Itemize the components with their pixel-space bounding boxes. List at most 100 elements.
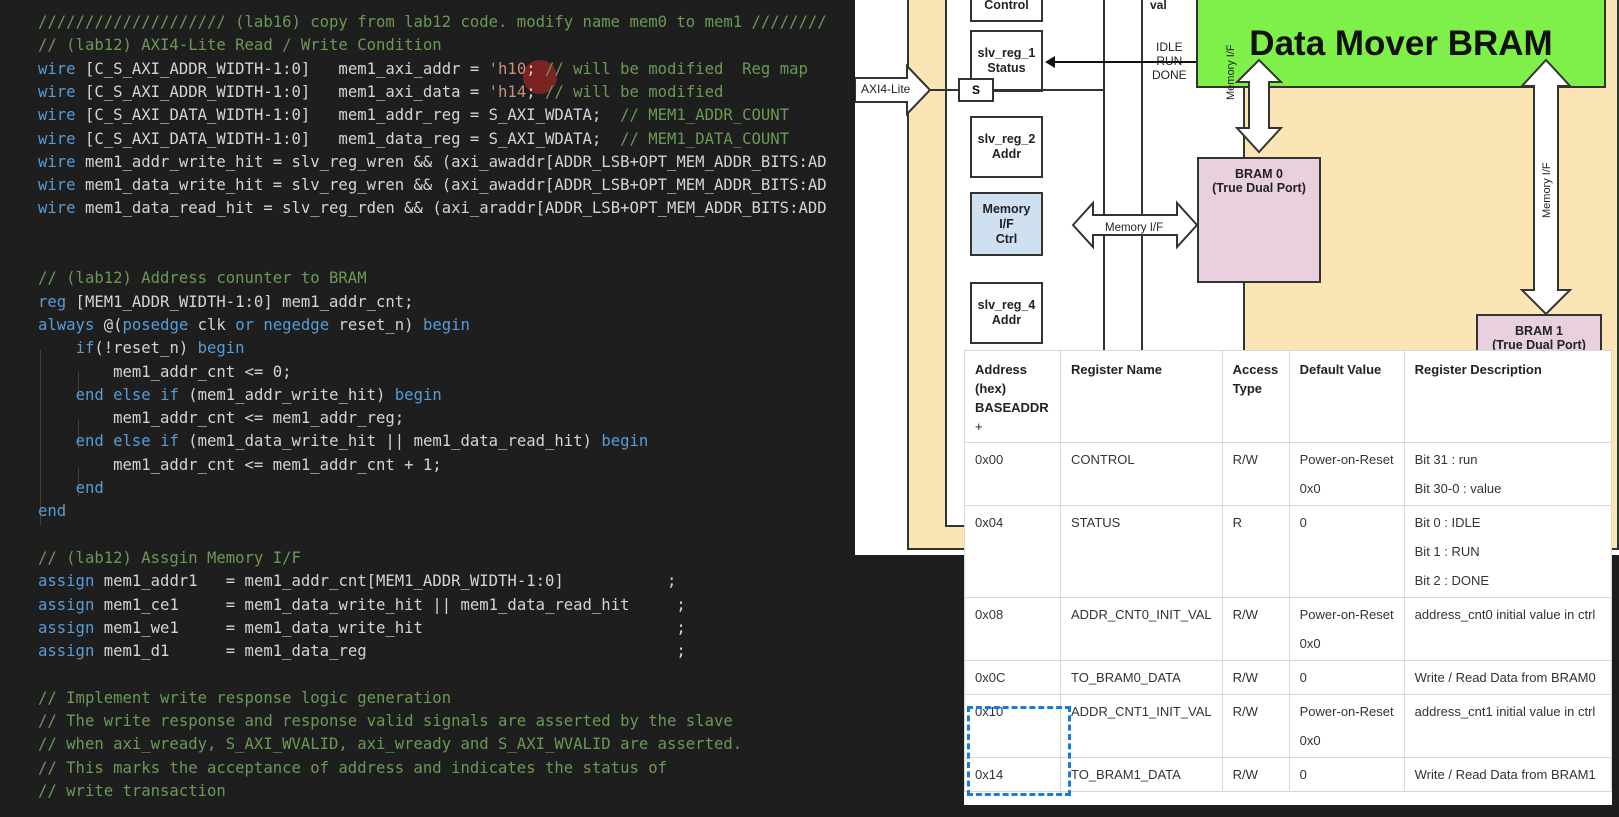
code-line: wire [C_S_AXI_DATA_WIDTH-1:0] mem1_data_… bbox=[38, 128, 789, 150]
code-token: // (lab12) AXI4-Lite Read / Write Condit… bbox=[38, 36, 442, 55]
cell-register-name: TO_BRAM0_DATA bbox=[1060, 660, 1223, 695]
code-token: reset_n) bbox=[329, 315, 423, 334]
code-token: wire bbox=[38, 176, 76, 195]
code-token: @( bbox=[94, 315, 123, 334]
default-value-line: 0x0 bbox=[1299, 481, 1321, 496]
code-line: wire mem1_addr_write_hit = slv_reg_wren … bbox=[38, 151, 827, 173]
cell-address: 0x0C bbox=[964, 660, 1061, 695]
code-line: wire [C_S_AXI_ADDR_WIDTH-1:0] mem1_axi_d… bbox=[38, 81, 723, 103]
bram0-vertical-arrow bbox=[1234, 58, 1284, 154]
cell-description: address_cnt0 initial value in ctrl bbox=[1403, 597, 1613, 661]
memory-if-label: Memory I/F bbox=[1105, 222, 1164, 234]
cell-register-name: TO_BRAM1_DATA bbox=[1060, 757, 1223, 792]
table-row: 0x00 CONTROL R/W Power-on-Reset 0x0 Bit 31 : … bbox=[964, 442, 1613, 506]
code-line: // Implement write response logic genera… bbox=[38, 687, 451, 709]
code-token: // (lab12) Assgin Memory I/F bbox=[38, 548, 301, 567]
default-value-line: 0x0 bbox=[1299, 733, 1321, 748]
code-token: 'h10 bbox=[488, 59, 527, 78]
header-access-line: Access bbox=[1232, 362, 1279, 377]
code-line: end else if (mem1_addr_write_hit) begin bbox=[38, 384, 442, 406]
cell-access-type: R/W bbox=[1221, 660, 1290, 695]
header-address: Address (hex) BASEADDR + bbox=[964, 350, 1061, 443]
code-token: (mem1_addr_write_hit) bbox=[178, 385, 395, 404]
code-token: negedge bbox=[263, 315, 330, 334]
code-token: mem1_addr_cnt <= mem1_addr_reg; bbox=[38, 409, 405, 428]
code-token: mem1_addr_write_hit = slv_reg_wren && (a… bbox=[75, 152, 827, 171]
header-address-line: Address bbox=[975, 362, 1028, 377]
code-token: [MEM1_ADDR_WIDTH-1:0] mem1_addr_cnt; bbox=[66, 292, 414, 311]
code-token: [C_S_AXI_ADDR_WIDTH-1:0] mem1_axi_addr = bbox=[75, 59, 489, 78]
default-value-line: 0 bbox=[1299, 670, 1307, 685]
code-line: wire mem1_data_write_hit = slv_reg_wren … bbox=[38, 174, 827, 196]
code-line: mem1_addr_cnt <= mem1_addr_reg; bbox=[38, 407, 404, 429]
code-token: if bbox=[160, 432, 179, 451]
cell-register-name: STATUS bbox=[1060, 505, 1223, 598]
code-line: end else if (mem1_data_write_hit || mem1… bbox=[38, 430, 649, 452]
code-token: mem1_data_write_hit = slv_reg_wren && (a… bbox=[75, 176, 827, 195]
default-value-line: Power-on-Reset bbox=[1299, 607, 1394, 622]
cell-access-type: R/W bbox=[1221, 694, 1290, 758]
table-row: 0x10 ADDR_CNT1_INIT_VAL R/W Power-on-Reset 0… bbox=[964, 694, 1613, 758]
code-token: mem1_ce1 = mem1_data_write_hit || mem1_d… bbox=[94, 595, 686, 614]
code-token: else bbox=[113, 432, 151, 451]
code-token: end bbox=[38, 502, 67, 521]
code-token: wire bbox=[38, 59, 76, 78]
code-token: wire bbox=[38, 106, 76, 125]
code-token: wire bbox=[38, 199, 76, 218]
header-address-line: BASEADDR bbox=[975, 400, 1049, 415]
code-token: posedge bbox=[122, 315, 189, 334]
code-line: end bbox=[38, 477, 104, 499]
cell-description: Bit 0 : IDLE Bit 1 : RUN Bit 2 : DONE bbox=[1403, 505, 1613, 598]
code-token: mem1_addr1 = mem1_addr_cnt[MEM1_ADDR_WID… bbox=[94, 572, 677, 591]
code-line: wire mem1_data_read_hit = slv_reg_rden &… bbox=[38, 197, 827, 219]
code-token: wire bbox=[38, 82, 76, 101]
default-value-line: Power-on-Reset bbox=[1299, 452, 1394, 467]
code-token: ; bbox=[526, 82, 536, 101]
cell-default-value: Power-on-Reset 0x0 bbox=[1288, 597, 1405, 661]
code-token: assign bbox=[38, 642, 95, 661]
code-token: ; bbox=[526, 59, 536, 78]
code-token: mem1_we1 = mem1_data_write_hit ; bbox=[94, 618, 686, 637]
code-line: assign mem1_ce1 = mem1_data_write_hit ||… bbox=[38, 594, 686, 616]
code-token: assign bbox=[38, 595, 95, 614]
cell-description: Write / Read Data from BRAM1 bbox=[1403, 757, 1613, 792]
cell-address: 0x00 bbox=[964, 442, 1061, 506]
code-token: else bbox=[113, 385, 151, 404]
register-table: Address (hex) BASEADDR + Register Name A… bbox=[964, 350, 1613, 792]
code-token: mem1_addr_cnt <= mem1_addr_cnt + 1; bbox=[38, 455, 442, 474]
code-token: reg bbox=[38, 292, 67, 311]
code-token: always bbox=[38, 315, 95, 334]
description-line: Bit 31 : run bbox=[1414, 452, 1478, 467]
code-token: //////////////////// (lab16) copy from l… bbox=[38, 13, 827, 31]
code-line: mem1_addr_cnt <= mem1_addr_cnt + 1; bbox=[38, 454, 442, 476]
code-line: reg [MEM1_ADDR_WIDTH-1:0] mem1_addr_cnt; bbox=[38, 291, 414, 313]
code-token: // when axi_wready, S_AXI_WVALID, axi_wr… bbox=[38, 735, 743, 754]
table-row: 0x14 TO_BRAM1_DATA R/W 0 Write / Read Data f… bbox=[964, 757, 1613, 792]
code-token: (mem1_data_write_hit || mem1_data_read_h… bbox=[178, 432, 602, 451]
code-token: // write transaction bbox=[38, 781, 226, 800]
code-token: // Implement write response logic genera… bbox=[38, 688, 452, 707]
header-address-line: + bbox=[975, 419, 983, 434]
code-token: // will be modified bbox=[535, 82, 724, 101]
axi-lite-label: AXI4-Lite bbox=[861, 82, 911, 96]
cell-address: 0x14 bbox=[964, 757, 1061, 792]
code-line: assign mem1_d1 = mem1_data_reg ; bbox=[38, 640, 686, 662]
code-line: // write transaction bbox=[38, 780, 226, 802]
code-editor[interactable]: //////////////////// (lab16) copy from l… bbox=[0, 0, 860, 817]
code-token: begin bbox=[197, 339, 245, 358]
header-register-description: Register Description bbox=[1403, 350, 1613, 443]
table-header-row: Address (hex) BASEADDR + Register Name A… bbox=[964, 350, 1613, 443]
code-token: end bbox=[75, 432, 104, 451]
description-line: Bit 30-0 : value bbox=[1414, 481, 1502, 496]
code-token: begin bbox=[394, 385, 442, 404]
code-line: // (lab12) Address conunter to BRAM bbox=[38, 267, 367, 289]
code-line: assign mem1_addr1 = mem1_addr_cnt[MEM1_A… bbox=[38, 570, 676, 592]
code-line: // (lab12) Assgin Memory I/F bbox=[38, 547, 301, 569]
